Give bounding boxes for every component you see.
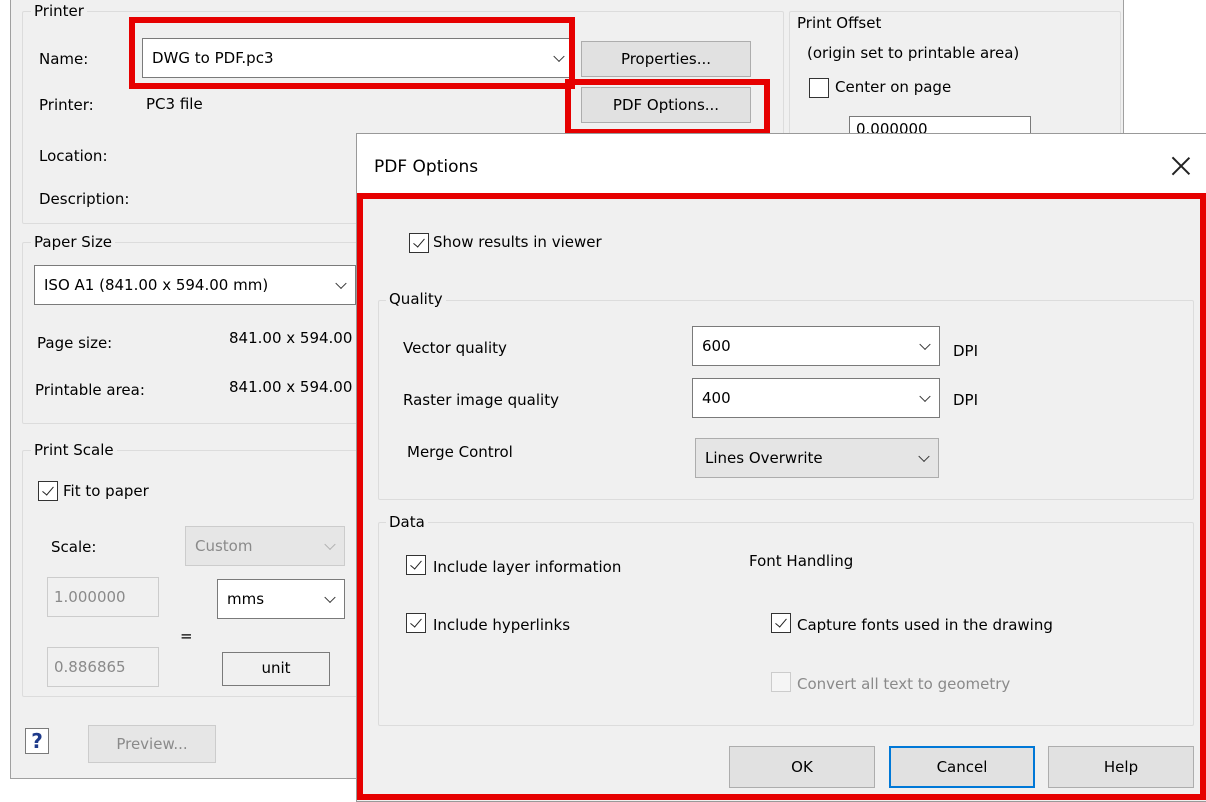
printable-area-label: Printable area: bbox=[35, 381, 145, 399]
scale-value2-input[interactable]: 0.886865 bbox=[47, 647, 159, 687]
scale-value1-input[interactable]: 1.000000 bbox=[47, 577, 159, 617]
help-button-label: Help bbox=[1103, 758, 1139, 776]
preview-button-label: Preview... bbox=[116, 735, 188, 753]
unit-box: unit bbox=[222, 652, 330, 686]
chevron-down-icon bbox=[553, 50, 565, 63]
chevron-down-icon bbox=[324, 591, 336, 604]
printer-name-select[interactable]: DWG to PDF.pc3 bbox=[142, 38, 574, 78]
close-icon[interactable] bbox=[1171, 156, 1191, 176]
paper-size-title: Paper Size bbox=[31, 233, 116, 251]
print-scale-title: Print Scale bbox=[31, 441, 117, 459]
chevron-down-icon bbox=[919, 390, 931, 403]
scale-unit-value: mms bbox=[227, 590, 265, 608]
raster-unit: DPI bbox=[953, 391, 979, 409]
printer-name-label: Name: bbox=[39, 50, 89, 68]
show-results-checkbox[interactable] bbox=[409, 233, 429, 253]
pdf-options-title: PDF Options bbox=[374, 157, 479, 177]
question-mark-icon: ? bbox=[31, 729, 43, 753]
checkmark-icon bbox=[410, 557, 422, 570]
convert-text-label: Convert all text to geometry bbox=[797, 675, 1011, 693]
quality-title: Quality bbox=[386, 290, 446, 308]
printer-name-value: DWG to PDF.pc3 bbox=[152, 49, 274, 67]
help-icon[interactable]: ? bbox=[25, 728, 49, 754]
include-hyperlinks-label: Include hyperlinks bbox=[433, 616, 571, 634]
paper-size-select[interactable]: ISO A1 (841.00 x 594.00 mm) bbox=[34, 265, 356, 305]
raster-quality-select[interactable]: 400 bbox=[692, 378, 940, 418]
chevron-down-icon bbox=[335, 277, 347, 290]
merge-control-label: Merge Control bbox=[407, 443, 513, 461]
printer-type-value: PC3 file bbox=[146, 95, 203, 113]
center-on-page-checkbox[interactable] bbox=[809, 78, 829, 98]
ok-button-label: OK bbox=[791, 758, 813, 776]
pdf-options-dialog: PDF Options Show results in viewer Quali… bbox=[356, 133, 1206, 802]
vector-quality-label: Vector quality bbox=[403, 339, 507, 357]
paper-size-value: ISO A1 (841.00 x 594.00 mm) bbox=[44, 276, 269, 294]
print-offset-title: Print Offset bbox=[794, 14, 885, 32]
include-layer-checkbox[interactable] bbox=[406, 555, 426, 575]
merge-control-select[interactable]: Lines Overwrite bbox=[695, 438, 939, 478]
printable-area-value: 841.00 x 594.00 bbox=[229, 378, 353, 396]
scale-label: Scale: bbox=[51, 538, 97, 556]
checkmark-icon bbox=[410, 615, 422, 628]
raster-quality-label: Raster image quality bbox=[403, 391, 559, 409]
chevron-down-icon bbox=[919, 338, 931, 351]
scale-select[interactable]: Custom bbox=[185, 526, 345, 566]
page-size-label: Page size: bbox=[37, 334, 113, 352]
pdf-options-titlebar: PDF Options bbox=[357, 134, 1206, 194]
vector-quality-value: 600 bbox=[702, 337, 731, 355]
scale-value1: 1.000000 bbox=[54, 588, 126, 606]
include-hyperlinks-checkbox[interactable] bbox=[406, 613, 426, 633]
checkmark-icon bbox=[42, 483, 54, 496]
ok-button[interactable]: OK bbox=[729, 746, 875, 788]
merge-control-value: Lines Overwrite bbox=[705, 449, 823, 467]
fit-to-paper-checkbox[interactable] bbox=[38, 481, 58, 501]
preview-button[interactable]: Preview... bbox=[88, 725, 216, 763]
scale-value: Custom bbox=[195, 537, 253, 555]
fit-to-paper-label: Fit to paper bbox=[63, 482, 149, 500]
page-size-value: 841.00 x 594.00 bbox=[229, 329, 353, 347]
help-button[interactable]: Help bbox=[1048, 746, 1194, 788]
pdf-options-button-label: PDF Options... bbox=[612, 96, 720, 114]
location-label: Location: bbox=[39, 147, 108, 165]
chevron-down-icon bbox=[324, 538, 336, 551]
show-results-label: Show results in viewer bbox=[433, 233, 602, 251]
vector-quality-select[interactable]: 600 bbox=[692, 326, 940, 366]
center-on-page-label: Center on page bbox=[835, 78, 952, 96]
printer-type-label: Printer: bbox=[39, 96, 94, 114]
raster-quality-value: 400 bbox=[702, 389, 731, 407]
unit-label: unit bbox=[261, 659, 291, 677]
font-handling-label: Font Handling bbox=[749, 552, 854, 570]
vector-unit: DPI bbox=[953, 342, 979, 360]
data-title: Data bbox=[386, 513, 428, 531]
convert-text-checkbox[interactable] bbox=[771, 672, 791, 692]
capture-fonts-checkbox[interactable] bbox=[771, 613, 791, 633]
checkmark-icon bbox=[413, 235, 425, 248]
pdf-options-button[interactable]: PDF Options... bbox=[581, 87, 751, 123]
scale-unit-select[interactable]: mms bbox=[217, 579, 345, 619]
cancel-button-label: Cancel bbox=[936, 758, 988, 776]
cancel-button[interactable]: Cancel bbox=[889, 746, 1035, 788]
properties-button-label: Properties... bbox=[620, 50, 712, 68]
chevron-down-icon bbox=[918, 450, 930, 463]
scale-value2: 0.886865 bbox=[54, 658, 126, 676]
equals-sign: = bbox=[180, 627, 193, 645]
description-label: Description: bbox=[39, 190, 130, 208]
checkmark-icon bbox=[775, 615, 787, 628]
properties-button[interactable]: Properties... bbox=[581, 41, 751, 77]
origin-note: (origin set to printable area) bbox=[807, 44, 1020, 62]
capture-fonts-label: Capture fonts used in the drawing bbox=[797, 616, 1053, 634]
printer-group-title: Printer bbox=[31, 2, 87, 20]
include-layer-label: Include layer information bbox=[433, 558, 622, 576]
